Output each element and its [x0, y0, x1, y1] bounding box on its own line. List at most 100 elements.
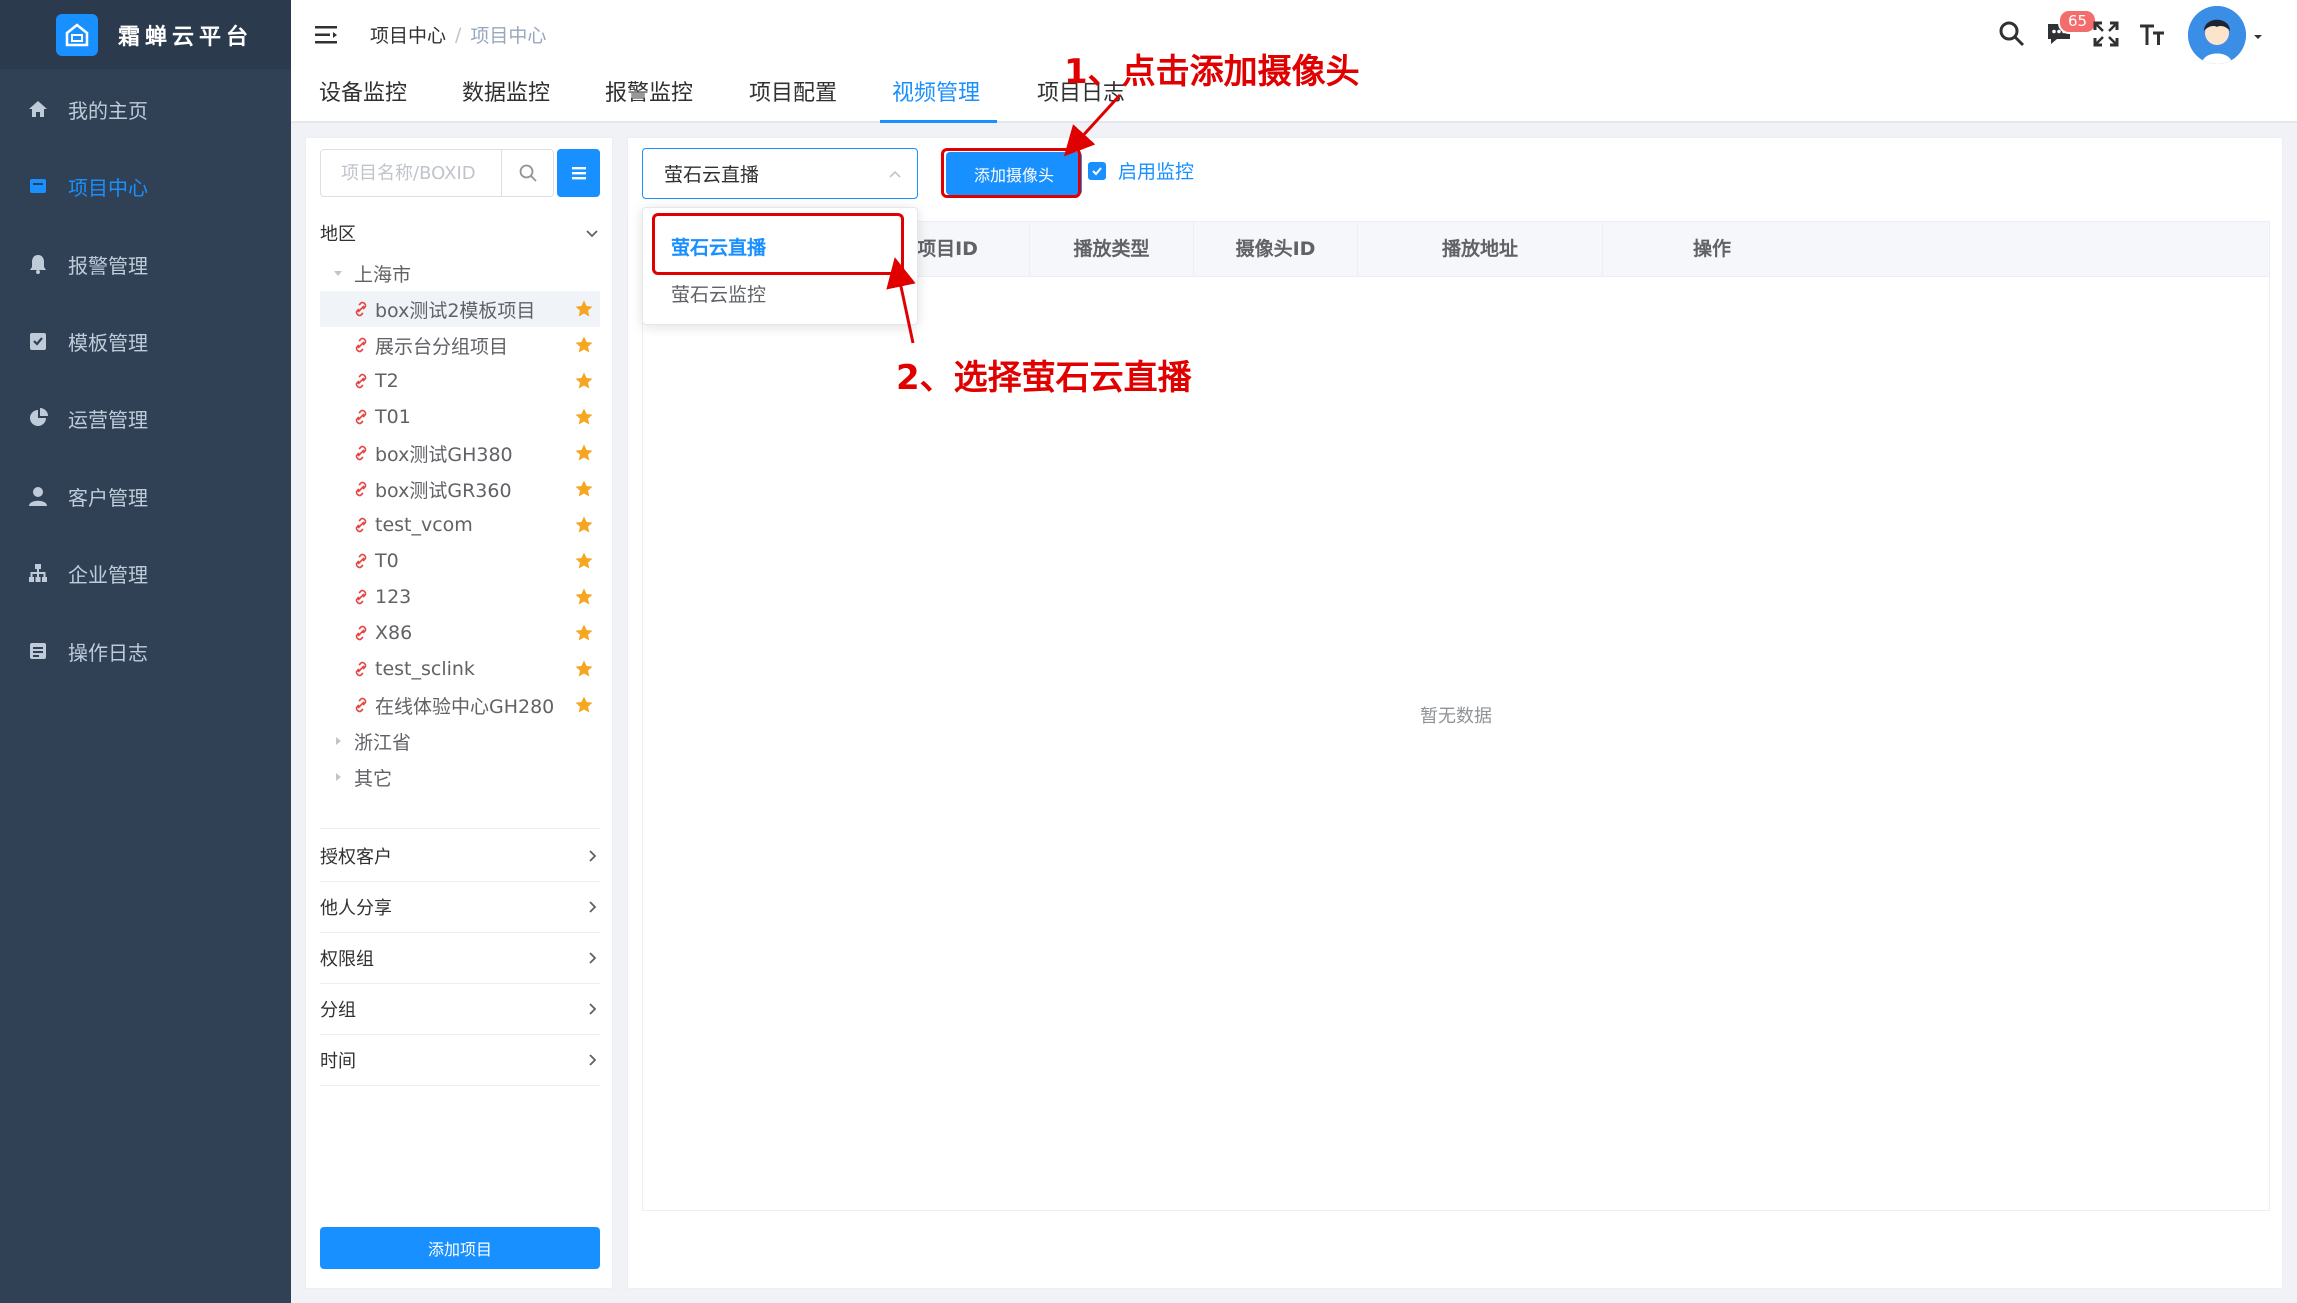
section-authorized-customers[interactable]: 授权客户 [320, 831, 600, 882]
link-icon [352, 336, 370, 354]
logo-bar: 霜蝉云平台 [0, 0, 291, 69]
sidebar-item-operation-log[interactable]: 操作日志 [0, 621, 291, 681]
search-icon[interactable] [1997, 19, 2027, 49]
section-label: 时间 [320, 1051, 356, 1072]
logo-icon [56, 13, 98, 56]
tab-video-management[interactable]: 视频管理 [880, 69, 997, 123]
tree-leaf-item[interactable]: box测试GR360 [320, 471, 600, 507]
search-icon [519, 164, 537, 182]
tree-leaf-item[interactable]: test_vcom [320, 507, 600, 543]
tree-leaf-label: T2 [375, 370, 399, 392]
log-icon [26, 639, 50, 663]
caret-down-icon[interactable] [328, 268, 348, 278]
section-permission-group[interactable]: 权限组 [320, 933, 600, 984]
star-icon [575, 696, 593, 713]
camera-table: 项目ID 播放类型 摄像头ID 播放地址 操作 暂无数据 [642, 221, 2270, 1211]
tree-leaf-item[interactable]: T0 [320, 543, 600, 579]
list-view-button[interactable] [557, 149, 600, 197]
sidebar-item-operations[interactable]: 运营管理 [0, 388, 291, 448]
sidebar-item-project-center[interactable]: 项目中心 [0, 156, 291, 216]
link-icon [352, 516, 370, 534]
star-icon [575, 624, 593, 641]
sidebar-item-label: 模板管理 [68, 330, 148, 355]
column-header: 操作 [1602, 222, 2269, 277]
annotation-highlight-option [652, 213, 904, 275]
sidebar-item-home[interactable]: 我的主页 [0, 79, 291, 139]
chevron-right-icon [589, 952, 597, 964]
tree-leaf-label: T01 [375, 406, 411, 428]
tree-leaf-item[interactable]: test_sclink [320, 651, 600, 687]
tree-node-shanghai[interactable]: 上海市 [320, 255, 600, 291]
user-icon [26, 484, 50, 508]
column-header: 播放地址 [1357, 222, 1602, 277]
org-chart-icon [26, 561, 50, 585]
home-icon [26, 97, 50, 121]
sidebar-item-label: 客户管理 [68, 485, 148, 510]
section-shared-by-others[interactable]: 他人分享 [320, 882, 600, 933]
tree-leaf-label: box测试GR360 [375, 479, 512, 502]
tab-project-config[interactable]: 项目配置 [749, 69, 837, 123]
hamburger-icon[interactable] [313, 21, 341, 49]
fullscreen-icon[interactable] [2091, 19, 2121, 49]
search-input[interactable] [341, 162, 511, 184]
sidebar-item-customer[interactable]: 客户管理 [0, 466, 291, 526]
tab-data-monitor[interactable]: 数据监控 [462, 69, 550, 123]
tree-leaf-item[interactable]: T01 [320, 399, 600, 435]
chevron-up-icon [889, 170, 901, 178]
chevron-right-icon [589, 1054, 597, 1066]
tree-node-label: 上海市 [354, 263, 412, 286]
add-project-button[interactable]: 添加项目 [320, 1227, 600, 1269]
breadcrumb-separator: / [455, 23, 462, 46]
sidebar-item-alarm[interactable]: 报警管理 [0, 234, 291, 294]
enable-monitor-checkbox[interactable]: 启用监控 [1088, 157, 1194, 184]
section-group[interactable]: 分组 [320, 984, 600, 1035]
section-label: 他人分享 [320, 898, 392, 919]
tree-leaf-item[interactable]: X86 [320, 615, 600, 651]
app-title: 霜蝉云平台 [118, 24, 254, 50]
tree-leaf-item[interactable]: T2 [320, 363, 600, 399]
checkbox-checked-icon[interactable] [1088, 161, 1106, 180]
avatar[interactable] [2188, 6, 2246, 64]
chevron-down-icon [586, 229, 598, 237]
star-icon [575, 336, 593, 353]
star-icon [575, 408, 593, 425]
section-time[interactable]: 时间 [320, 1035, 600, 1086]
play-type-select[interactable]: 萤石云直播 [642, 148, 918, 199]
region-section-header[interactable]: 地区 [320, 207, 600, 258]
pie-chart-icon [26, 406, 50, 430]
dropdown-option-ezviz-monitor[interactable]: 萤石云监控 [671, 280, 766, 307]
sidebar-item-label: 我的主页 [68, 98, 148, 123]
chevron-down-icon[interactable] [2251, 30, 2265, 44]
project-icon [26, 174, 50, 198]
breadcrumb-item[interactable]: 项目中心 [370, 21, 446, 48]
link-icon [352, 300, 370, 318]
chevron-right-icon [589, 901, 597, 913]
tree-leaf-label: test_vcom [375, 514, 473, 536]
sidebar-item-label: 企业管理 [68, 562, 148, 587]
tree-leaf-item[interactable]: 展示台分组项目 [320, 327, 600, 363]
sidebar-item-label: 操作日志 [68, 640, 148, 665]
sidebar-item-enterprise[interactable]: 企业管理 [0, 543, 291, 603]
star-icon [575, 516, 593, 533]
caret-right-icon[interactable] [328, 772, 348, 782]
tree-leaf-label: test_sclink [375, 658, 475, 680]
tree-node-zhejiang[interactable]: 浙江省 [320, 723, 600, 759]
tree-node-other[interactable]: 其它 [320, 759, 600, 795]
bell-icon [26, 252, 50, 276]
tree-leaf-item[interactable]: box测试GH380 [320, 435, 600, 471]
enable-monitor-label: 启用监控 [1118, 161, 1195, 183]
font-size-icon[interactable] [2137, 19, 2167, 49]
search-button[interactable] [501, 150, 553, 196]
tab-alarm-monitor[interactable]: 报警监控 [605, 69, 693, 123]
tree-leaf-item[interactable]: 在线体验中心GH280 [320, 687, 600, 723]
tree-leaf-item[interactable]: box测试2模板项目 [320, 291, 600, 327]
chevron-right-icon [589, 1003, 597, 1015]
star-icon [575, 552, 593, 569]
link-icon [352, 588, 370, 606]
caret-right-icon[interactable] [328, 736, 348, 746]
sidebar-item-template[interactable]: 模板管理 [0, 311, 291, 371]
message-icon[interactable]: 65 [2044, 9, 2098, 49]
tab-device-monitor[interactable]: 设备监控 [319, 69, 407, 123]
tree-leaf-item[interactable]: 123 [320, 579, 600, 615]
divider [320, 828, 600, 829]
